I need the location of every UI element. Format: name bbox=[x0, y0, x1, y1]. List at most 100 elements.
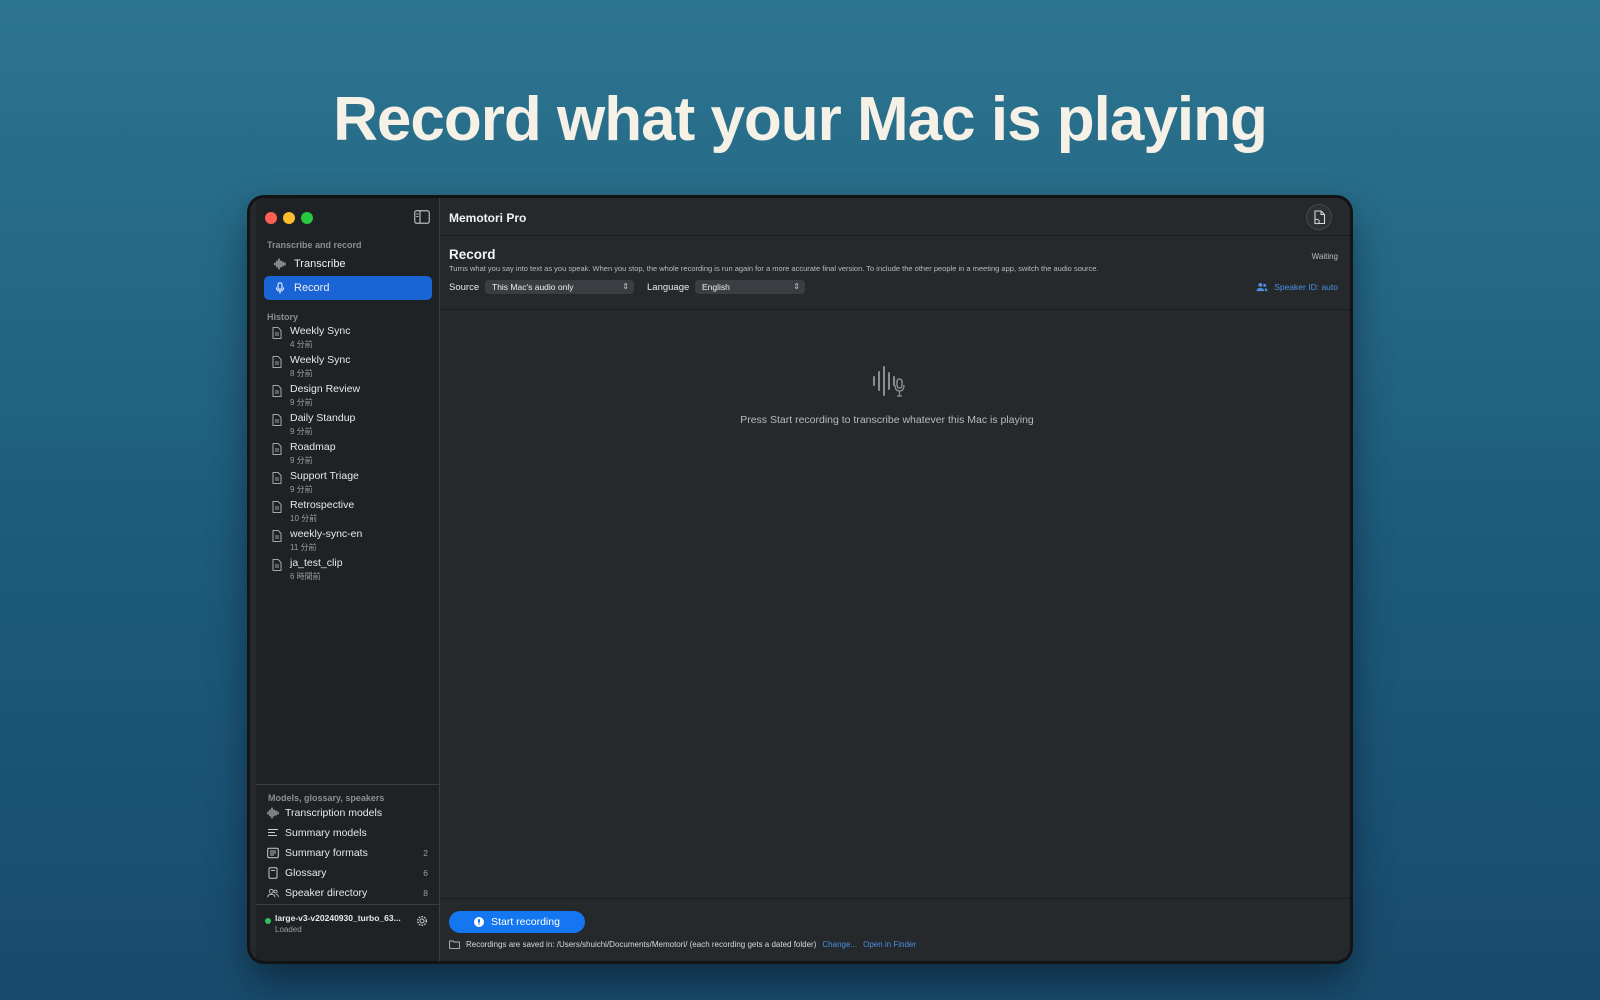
history-item[interactable]: Weekly Sync 8 分前 bbox=[270, 353, 430, 381]
sidebar-item-label: Summary formats bbox=[285, 847, 368, 859]
microphone-icon bbox=[276, 282, 284, 294]
history-item-time: 6 時間前 bbox=[290, 572, 321, 581]
change-folder-link[interactable]: Change... bbox=[822, 940, 857, 949]
history-item-title: Daily Standup bbox=[290, 412, 356, 424]
people-icon bbox=[1256, 283, 1268, 292]
gear-icon[interactable] bbox=[416, 915, 428, 927]
sidebar-item-glossary[interactable]: Glossary 6 bbox=[267, 864, 432, 882]
sidebar-item-label: Speaker directory bbox=[285, 887, 368, 899]
empty-state-text: Press Start recording to transcribe what… bbox=[740, 414, 1034, 426]
language-select[interactable]: English ⇕ bbox=[695, 280, 805, 294]
history-item[interactable]: Retrospective 10 分前 bbox=[270, 498, 430, 526]
section-label-history: History bbox=[267, 312, 299, 322]
source-label: Source bbox=[449, 282, 480, 293]
history-item-title: weekly-sync-en bbox=[290, 528, 363, 540]
export-button[interactable] bbox=[1306, 204, 1332, 230]
open-in-finder-link[interactable]: Open in Finder bbox=[863, 940, 916, 949]
history-item-time: 9 分前 bbox=[290, 398, 313, 407]
description-text: Turns what you say into text as you spea… bbox=[449, 264, 1099, 273]
document-icon bbox=[272, 443, 282, 455]
chevron-updown-icon: ⇕ bbox=[793, 282, 800, 291]
models-section: Models, glossary, speakers Transcription… bbox=[256, 784, 440, 904]
document-icon bbox=[272, 472, 282, 484]
item-count: 2 bbox=[423, 848, 428, 858]
waveform-icon bbox=[274, 258, 286, 270]
sidebar-item-speaker-directory[interactable]: Speaker directory 8 bbox=[267, 884, 432, 902]
sidebar-item-label: Summary models bbox=[285, 827, 367, 839]
document-icon bbox=[272, 356, 282, 368]
window-controls bbox=[265, 212, 313, 224]
document-icon bbox=[272, 385, 282, 397]
language-label: Language bbox=[647, 282, 690, 293]
toolbar: Memotori Pro bbox=[440, 198, 1350, 236]
document-icon bbox=[272, 501, 282, 513]
history-item-title: Roadmap bbox=[290, 441, 336, 453]
history-item[interactable]: weekly-sync-en 11 分前 bbox=[270, 527, 430, 555]
language-select-value: English bbox=[702, 282, 730, 292]
history-item-title: Support Triage bbox=[290, 470, 359, 482]
model-name: large-v3-v20240930_turbo_63... bbox=[275, 913, 401, 923]
sidebar-item-transcribe[interactable]: Transcribe bbox=[264, 252, 432, 276]
sidebar-item-record[interactable]: Record bbox=[264, 276, 432, 300]
history-item[interactable]: Daily Standup 9 分前 bbox=[270, 411, 430, 439]
people-icon bbox=[267, 888, 279, 898]
history-item-title: Design Review bbox=[290, 383, 361, 395]
history-item-time: 9 分前 bbox=[290, 427, 313, 436]
sidebar-item-summary-formats[interactable]: Summary formats 2 bbox=[267, 844, 432, 862]
history-item-time: 9 分前 bbox=[290, 456, 313, 465]
document-icon bbox=[272, 414, 282, 426]
sidebar-toggle-icon[interactable] bbox=[414, 210, 430, 224]
section-label-transcribe: Transcribe and record bbox=[267, 240, 362, 250]
item-count: 6 bbox=[423, 868, 428, 878]
source-select-value: This Mac's audio only bbox=[492, 282, 574, 292]
sidebar-item-summary-models[interactable]: Summary models bbox=[267, 824, 432, 842]
app-title: Memotori Pro bbox=[449, 211, 527, 225]
folder-icon bbox=[449, 940, 460, 949]
footer-bar: Start recording Recordings are saved in:… bbox=[440, 898, 1350, 961]
start-recording-label: Start recording bbox=[491, 916, 560, 928]
save-location-text: Recordings are saved in: /Users/shuichi/… bbox=[466, 940, 817, 949]
zoom-window-button[interactable] bbox=[301, 212, 313, 224]
history-item[interactable]: Roadmap 9 分前 bbox=[270, 440, 430, 468]
document-icon bbox=[272, 530, 282, 542]
history-item-time: 9 分前 bbox=[290, 485, 313, 494]
history-item[interactable]: ja_test_clip 6 時間前 bbox=[270, 556, 430, 584]
history-item-time: 4 分前 bbox=[290, 340, 313, 349]
page-title: Record bbox=[449, 247, 496, 262]
minimize-window-button[interactable] bbox=[283, 212, 295, 224]
history-item-time: 11 分前 bbox=[290, 543, 317, 552]
document-icon bbox=[272, 327, 282, 339]
record-icon bbox=[474, 917, 485, 927]
sidebar: Transcribe and record Transcribe Record … bbox=[256, 198, 440, 961]
history-item[interactable]: Support Triage 9 分前 bbox=[270, 469, 430, 497]
history-item-time: 10 分前 bbox=[290, 514, 318, 523]
sidebar-item-label: Record bbox=[294, 282, 330, 294]
app-window: Transcribe and record Transcribe Record … bbox=[250, 198, 1350, 961]
sidebar-item-label: Glossary bbox=[285, 867, 327, 879]
model-loaded-indicator bbox=[265, 918, 271, 924]
history-item-title: Retrospective bbox=[290, 499, 355, 511]
waveform-icon bbox=[267, 807, 279, 819]
source-select[interactable]: This Mac's audio only ⇕ bbox=[485, 280, 634, 294]
speaker-id-link[interactable]: Speaker ID: auto bbox=[1256, 282, 1338, 292]
list-box-icon bbox=[267, 847, 279, 859]
history-item[interactable]: Weekly Sync 4 分前 bbox=[270, 324, 430, 352]
document-icon bbox=[272, 559, 282, 571]
item-count: 8 bbox=[423, 888, 428, 898]
section-label-models: Models, glossary, speakers bbox=[268, 793, 385, 803]
history-item-time: 8 分前 bbox=[290, 369, 313, 378]
model-status: Loaded bbox=[275, 925, 302, 934]
start-recording-button[interactable]: Start recording bbox=[449, 911, 585, 933]
divider bbox=[440, 309, 1350, 310]
book-icon bbox=[268, 867, 278, 879]
history-item-title: Weekly Sync bbox=[290, 354, 351, 366]
close-window-button[interactable] bbox=[265, 212, 277, 224]
status-badge: Waiting bbox=[1311, 252, 1338, 261]
sidebar-item-transcription-models[interactable]: Transcription models bbox=[267, 804, 432, 822]
document-export-icon bbox=[1314, 210, 1326, 225]
history-item-title: ja_test_clip bbox=[290, 557, 343, 569]
sidebar-item-label: Transcribe bbox=[294, 258, 346, 270]
history-item[interactable]: Design Review 9 分前 bbox=[270, 382, 430, 410]
sidebar-item-label: Transcription models bbox=[285, 807, 383, 819]
page-headline: Record what your Mac is playing bbox=[333, 85, 1268, 154]
